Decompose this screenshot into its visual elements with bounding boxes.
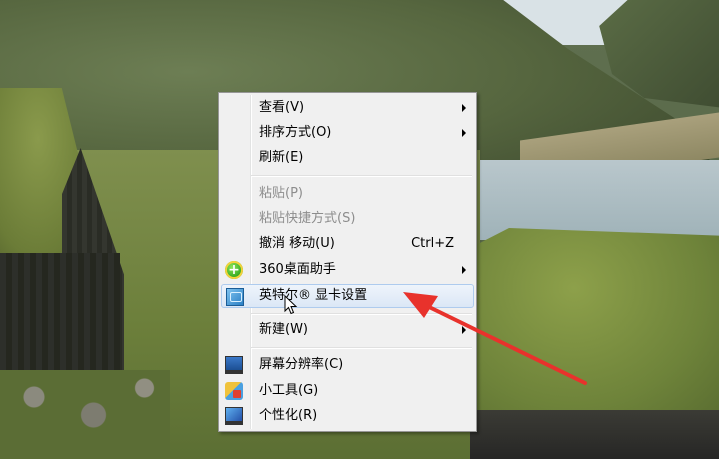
submenu-arrow-icon <box>462 129 466 137</box>
menu-item-refresh[interactable]: 刷新(E) <box>221 146 474 170</box>
menu-separator <box>251 347 472 349</box>
menu-item-label: 粘贴快捷方式(S) <box>259 211 356 226</box>
grass-roof-right <box>470 228 719 412</box>
menu-item-label: 个性化(R) <box>259 408 318 423</box>
360-assistant-icon: + <box>225 261 243 279</box>
menu-item-gadgets[interactable]: 小工具(G) <box>221 379 474 403</box>
submenu-arrow-icon <box>462 266 466 274</box>
menu-item-paste[interactable]: 粘贴(P) <box>221 182 474 206</box>
hut-wall <box>0 253 120 383</box>
stones <box>0 370 170 459</box>
intel-graphics-icon <box>226 288 244 306</box>
menu-item-undo-move[interactable]: 撤消 移动(U) Ctrl+Z <box>221 232 474 256</box>
menu-item-view[interactable]: 查看(V) <box>221 96 474 120</box>
personalize-icon <box>225 407 243 425</box>
menu-item-label: 新建(W) <box>259 322 308 337</box>
lake <box>470 160 719 240</box>
menu-item-screen-resolution[interactable]: 屏幕分辨率(C) <box>221 353 474 377</box>
menu-item-personalize[interactable]: 个性化(R) <box>221 404 474 428</box>
menu-item-sort-by[interactable]: 排序方式(O) <box>221 121 474 145</box>
turf-hut <box>0 88 125 388</box>
menu-item-label: 360桌面助手 <box>259 262 336 277</box>
menu-separator <box>251 175 472 177</box>
menu-item-label: 撤消 移动(U) <box>259 236 335 251</box>
menu-item-label: 排序方式(O) <box>259 125 332 140</box>
submenu-arrow-icon <box>462 104 466 112</box>
menu-item-shortcut: Ctrl+Z <box>411 236 454 251</box>
menu-item-label: 粘贴(P) <box>259 186 303 201</box>
menu-item-360-desktop-assistant[interactable]: + 360桌面助手 <box>221 258 474 282</box>
mouse-pointer-icon <box>284 295 298 315</box>
menu-item-label: 查看(V) <box>259 100 305 115</box>
roof-edge <box>470 410 719 459</box>
menu-item-label: 英特尔® 显卡设置 <box>259 288 368 303</box>
menu-item-label: 刷新(E) <box>259 150 304 165</box>
menu-item-paste-shortcut[interactable]: 粘贴快捷方式(S) <box>221 207 474 231</box>
menu-item-label: 小工具(G) <box>259 383 319 398</box>
screen-resolution-icon <box>225 356 243 374</box>
desktop-context-menu: 查看(V) 排序方式(O) 刷新(E) 粘贴(P) 粘贴快捷方式(S) 撤消 移… <box>218 92 477 432</box>
menu-item-intel-graphics-settings[interactable]: 英特尔® 显卡设置 <box>221 284 474 308</box>
menu-item-new[interactable]: 新建(W) <box>221 318 474 342</box>
menu-item-label: 屏幕分辨率(C) <box>259 357 344 372</box>
gadgets-icon <box>225 382 243 400</box>
submenu-arrow-icon <box>462 326 466 334</box>
